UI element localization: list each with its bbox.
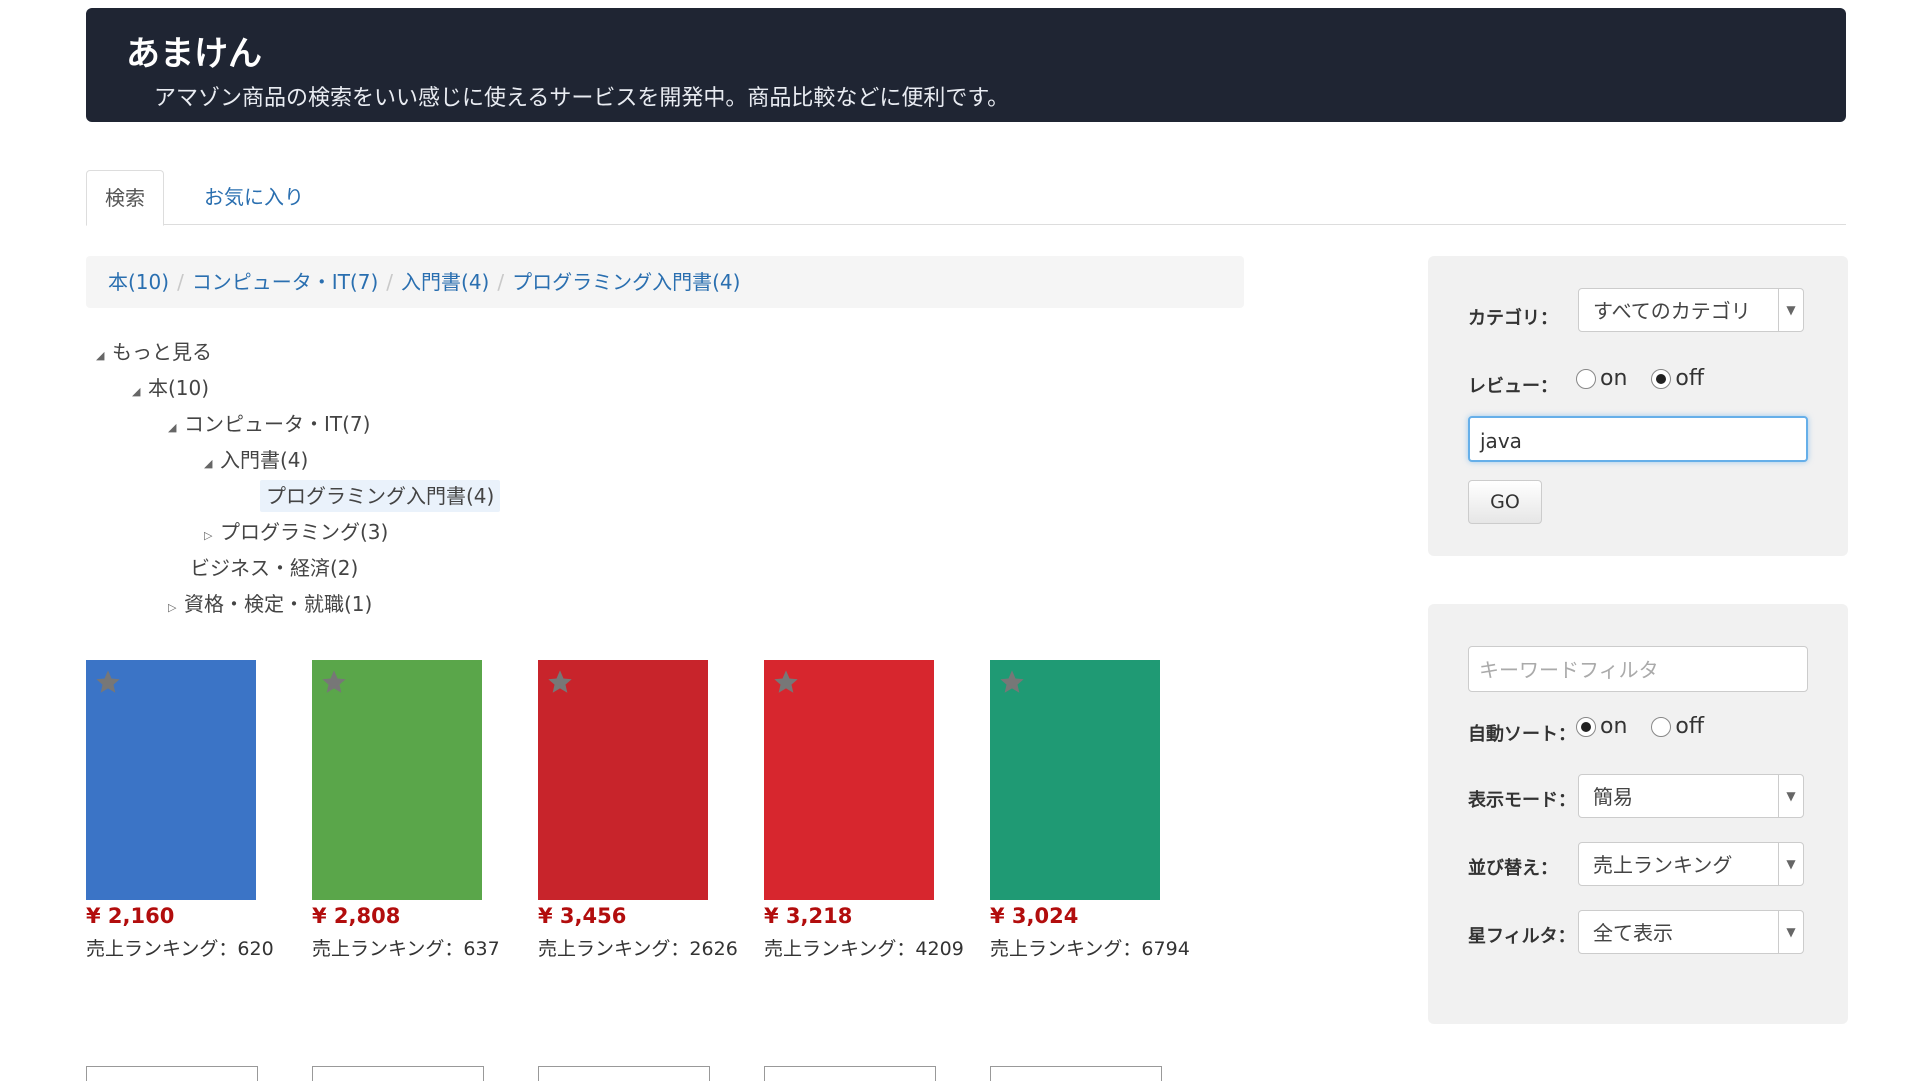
autosort-label: 自動ソート： (1468, 724, 1576, 745)
app-subtitle: アマゾン商品の検索をいい感じに使えるサービスを開発中。商品比較などに便利です。 (154, 86, 1010, 111)
category-label: カテゴリ： (1468, 308, 1558, 329)
product-rank: 売上ランキング：4209 (764, 938, 964, 960)
review-off-radio[interactable] (1651, 369, 1672, 389)
sort-select[interactable]: 売上ランキング ▼ (1578, 842, 1804, 886)
tree-node-intro[interactable]: ◢ 入門書(4) (204, 444, 308, 476)
product-price: ¥ 2,160 (86, 904, 175, 928)
product-price: ¥ 2,808 (312, 904, 401, 928)
product-cover-next[interactable] (312, 1066, 484, 1081)
product-card[interactable]: ¥ 3,218 売上ランキング：4209 (764, 660, 964, 961)
product-price: ¥ 3,218 (764, 904, 853, 928)
tree-node-more[interactable]: ◢ もっと見る (96, 336, 212, 368)
sort-label: 並び替え： (1468, 858, 1558, 879)
star-icon[interactable] (998, 668, 1026, 696)
display-mode-select[interactable]: 簡易 ▼ (1578, 774, 1804, 818)
tree-node-business[interactable]: ビジネス・経済(2) (190, 552, 358, 584)
star-icon[interactable] (546, 668, 574, 696)
product-cover-next[interactable] (86, 1066, 258, 1081)
chevron-down-icon: ▼ (1778, 289, 1803, 331)
product-card[interactable]: ¥ 3,024 売上ランキング：6794 (990, 660, 1190, 961)
tree-node-programming-intro[interactable]: プログラミング入門書(4) (260, 480, 501, 512)
product-cover-next[interactable] (538, 1066, 710, 1081)
category-select[interactable]: すべてのカテゴリ ▼ (1578, 288, 1804, 332)
product-rank: 売上ランキング：2626 (538, 938, 738, 960)
tab-favorites[interactable]: お気に入り (186, 170, 322, 224)
autosort-on-radio[interactable] (1576, 717, 1596, 737)
breadcrumb-intro[interactable]: 入門書(4) (401, 270, 489, 294)
star-filter-select[interactable]: 全て表示 ▼ (1578, 910, 1804, 954)
tree-node-qualification[interactable]: ▷ 資格・検定・就職(1) (168, 588, 372, 620)
app-title: あまけん (126, 34, 262, 74)
filter-panel: キーワードフィルタ 自動ソート： on off 表示モード： 簡易 ▼ 並び替え… (1428, 604, 1848, 1024)
product-price: ¥ 3,024 (990, 904, 1079, 928)
product-cover[interactable] (312, 660, 482, 900)
app-header: あまけん アマゾン商品の検索をいい感じに使えるサービスを開発中。商品比較などに便… (86, 8, 1846, 122)
tree-node-programming[interactable]: ▷ プログラミング(3) (204, 516, 388, 548)
search-panel: カテゴリ： すべてのカテゴリ ▼ レビュー： on off java GO (1428, 256, 1848, 556)
tree-node-books[interactable]: ◢ 本(10) (132, 372, 209, 404)
product-rank: 売上ランキング：620 (86, 938, 274, 960)
display-mode-label: 表示モード： (1468, 790, 1576, 811)
review-off-label: off (1675, 366, 1705, 391)
keyword-filter-input[interactable]: キーワードフィルタ (1468, 646, 1808, 692)
product-cover[interactable] (764, 660, 934, 900)
star-icon[interactable] (772, 668, 800, 696)
tab-bar: 検索 お気に入り (86, 170, 1846, 226)
product-card[interactable]: ¥ 2,808 売上ランキング：637 (312, 660, 512, 961)
breadcrumb-books[interactable]: 本(10) (108, 270, 169, 294)
star-icon[interactable] (320, 668, 348, 696)
review-label: レビュー： (1468, 376, 1558, 397)
product-card[interactable]: ¥ 3,456 売上ランキング：2626 (538, 660, 738, 961)
tab-search[interactable]: 検索 (86, 170, 164, 226)
review-on-label: on (1600, 366, 1628, 391)
product-rank: 売上ランキング：637 (312, 938, 500, 960)
breadcrumb-computer-it[interactable]: コンピュータ・IT(7) (192, 270, 378, 294)
review-on-radio[interactable] (1576, 369, 1596, 389)
product-cover-next[interactable] (990, 1066, 1162, 1081)
chevron-down-icon: ▼ (1778, 843, 1803, 885)
product-cover[interactable] (538, 660, 708, 900)
product-price: ¥ 3,456 (538, 904, 627, 928)
autosort-off-radio[interactable] (1651, 717, 1672, 737)
chevron-down-icon: ▼ (1778, 911, 1803, 953)
autosort-off-label: off (1675, 714, 1705, 739)
chevron-down-icon: ▼ (1778, 775, 1803, 817)
star-icon[interactable] (94, 668, 122, 696)
review-radio-group: on off (1576, 366, 1704, 391)
tree-node-computer-it[interactable]: ◢ コンピュータ・IT(7) (168, 408, 370, 440)
product-cover[interactable] (990, 660, 1160, 900)
product-card[interactable]: ¥ 2,160 売上ランキング：620 (86, 660, 286, 961)
search-input[interactable]: java (1468, 416, 1808, 462)
autosort-on-label: on (1600, 714, 1628, 739)
go-button[interactable]: GO (1468, 480, 1542, 524)
product-rank: 売上ランキング：6794 (990, 938, 1190, 960)
autosort-radio-group: on off (1576, 714, 1704, 739)
breadcrumb-programming-intro[interactable]: プログラミング入門書(4) (512, 270, 740, 294)
breadcrumb: 本(10) / コンピュータ・IT(7) / 入門書(4) / プログラミング入門書(4) (86, 256, 1244, 308)
product-cover-next[interactable] (764, 1066, 936, 1081)
star-filter-label: 星フィルタ： (1468, 926, 1576, 947)
product-cover[interactable] (86, 660, 256, 900)
